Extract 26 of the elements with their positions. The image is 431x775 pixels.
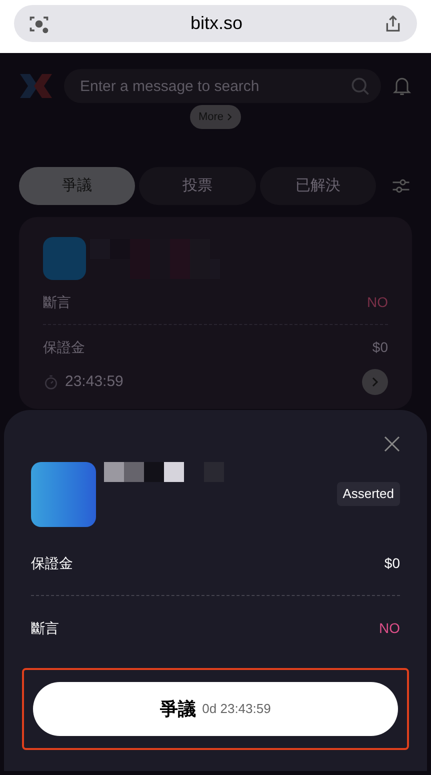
tab[interactable]: 已解決 [260, 167, 376, 205]
row-value: $0 [384, 554, 400, 573]
dispute-button[interactable]: 爭議 0d 23:43:59 [33, 682, 398, 736]
next-button[interactable] [362, 369, 388, 395]
search-field[interactable]: Enter a message to search [64, 69, 381, 103]
tab[interactable]: 投票 [139, 167, 256, 205]
url-text: bitx.so [190, 12, 243, 35]
address-bar[interactable]: bitx.so [14, 5, 417, 42]
close-icon[interactable] [384, 436, 400, 452]
row-label: 保證金 [43, 338, 85, 357]
status-badge: Asserted [336, 482, 400, 506]
row-label: 斷言 [31, 619, 59, 638]
logo-icon [18, 71, 54, 101]
timer-text: 23:43:59 [65, 372, 124, 392]
dispute-card[interactable]: 斷言 NO 保證金 $0 23:43:59 [19, 217, 412, 409]
row-value: NO [379, 619, 400, 638]
row-value: $0 [372, 338, 388, 357]
row-value: NO [367, 293, 388, 312]
row-label: 保證金 [31, 554, 73, 573]
chevron-icon [226, 113, 233, 121]
row-label: 斷言 [43, 293, 71, 312]
avatar-icon [31, 462, 96, 527]
stopwatch-icon [43, 374, 59, 390]
search-icon[interactable] [349, 75, 371, 97]
tab[interactable]: 爭議 [19, 167, 136, 205]
avatar-icon [43, 237, 86, 280]
